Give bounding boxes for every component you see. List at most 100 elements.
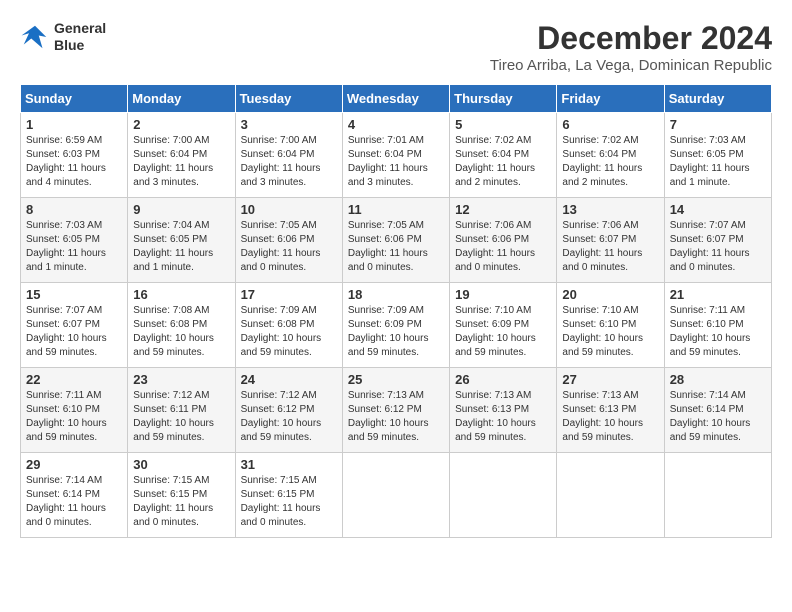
day-number: 4 [348, 117, 444, 132]
calendar-week-4: 22 Sunrise: 7:11 AMSunset: 6:10 PMDaylig… [21, 368, 772, 453]
day-info: Sunrise: 7:01 AMSunset: 6:04 PMDaylight:… [348, 135, 428, 188]
logo-line1: General [54, 20, 106, 36]
day-info: Sunrise: 7:09 AMSunset: 6:09 PMDaylight:… [348, 305, 429, 358]
day-number: 27 [562, 372, 658, 387]
day-info: Sunrise: 6:59 AMSunset: 6:03 PMDaylight:… [26, 135, 106, 188]
calendar-week-1: 1 Sunrise: 6:59 AMSunset: 6:03 PMDayligh… [21, 113, 772, 198]
day-info: Sunrise: 7:15 AMSunset: 6:15 PMDaylight:… [241, 475, 321, 528]
calendar-day-25: 25 Sunrise: 7:13 AMSunset: 6:12 PMDaylig… [342, 368, 449, 453]
day-info: Sunrise: 7:12 AMSunset: 6:11 PMDaylight:… [133, 390, 214, 443]
day-number: 20 [562, 287, 658, 302]
day-number: 25 [348, 372, 444, 387]
calendar-day-13: 13 Sunrise: 7:06 AMSunset: 6:07 PMDaylig… [557, 198, 664, 283]
day-number: 23 [133, 372, 229, 387]
day-number: 7 [670, 117, 766, 132]
calendar-day-23: 23 Sunrise: 7:12 AMSunset: 6:11 PMDaylig… [128, 368, 235, 453]
location-title: Tireo Arriba, La Vega, Dominican Republi… [490, 57, 772, 74]
day-number: 3 [241, 117, 337, 132]
calendar-week-2: 8 Sunrise: 7:03 AMSunset: 6:05 PMDayligh… [21, 198, 772, 283]
day-info: Sunrise: 7:08 AMSunset: 6:08 PMDaylight:… [133, 305, 214, 358]
weekday-header-row: SundayMondayTuesdayWednesdayThursdayFrid… [21, 85, 772, 113]
day-info: Sunrise: 7:00 AMSunset: 6:04 PMDaylight:… [133, 135, 213, 188]
day-info: Sunrise: 7:06 AMSunset: 6:06 PMDaylight:… [455, 220, 535, 273]
day-info: Sunrise: 7:14 AMSunset: 6:14 PMDaylight:… [670, 390, 751, 443]
day-number: 17 [241, 287, 337, 302]
day-number: 14 [670, 202, 766, 217]
calendar-day-10: 10 Sunrise: 7:05 AMSunset: 6:06 PMDaylig… [235, 198, 342, 283]
day-info: Sunrise: 7:03 AMSunset: 6:05 PMDaylight:… [670, 135, 750, 188]
day-info: Sunrise: 7:15 AMSunset: 6:15 PMDaylight:… [133, 475, 213, 528]
calendar-day-21: 21 Sunrise: 7:11 AMSunset: 6:10 PMDaylig… [664, 283, 771, 368]
day-number: 2 [133, 117, 229, 132]
day-number: 29 [26, 457, 122, 472]
calendar-day-31: 31 Sunrise: 7:15 AMSunset: 6:15 PMDaylig… [235, 453, 342, 538]
day-info: Sunrise: 7:11 AMSunset: 6:10 PMDaylight:… [670, 305, 751, 358]
empty-cell [664, 453, 771, 538]
day-number: 10 [241, 202, 337, 217]
logo: General Blue [20, 20, 106, 54]
day-number: 1 [26, 117, 122, 132]
calendar-day-16: 16 Sunrise: 7:08 AMSunset: 6:08 PMDaylig… [128, 283, 235, 368]
page-header: General Blue December 2024 Tireo Arriba,… [20, 20, 772, 74]
calendar-day-15: 15 Sunrise: 7:07 AMSunset: 6:07 PMDaylig… [21, 283, 128, 368]
empty-cell [342, 453, 449, 538]
weekday-header-thursday: Thursday [450, 85, 557, 113]
calendar-day-6: 6 Sunrise: 7:02 AMSunset: 6:04 PMDayligh… [557, 113, 664, 198]
day-info: Sunrise: 7:05 AMSunset: 6:06 PMDaylight:… [241, 220, 321, 273]
day-info: Sunrise: 7:06 AMSunset: 6:07 PMDaylight:… [562, 220, 642, 273]
calendar-day-1: 1 Sunrise: 6:59 AMSunset: 6:03 PMDayligh… [21, 113, 128, 198]
day-number: 11 [348, 202, 444, 217]
day-info: Sunrise: 7:00 AMSunset: 6:04 PMDaylight:… [241, 135, 321, 188]
calendar-day-3: 3 Sunrise: 7:00 AMSunset: 6:04 PMDayligh… [235, 113, 342, 198]
day-number: 28 [670, 372, 766, 387]
calendar-table: SundayMondayTuesdayWednesdayThursdayFrid… [20, 84, 772, 538]
logo-icon [20, 22, 50, 52]
calendar-day-2: 2 Sunrise: 7:00 AMSunset: 6:04 PMDayligh… [128, 113, 235, 198]
calendar-day-14: 14 Sunrise: 7:07 AMSunset: 6:07 PMDaylig… [664, 198, 771, 283]
day-info: Sunrise: 7:12 AMSunset: 6:12 PMDaylight:… [241, 390, 322, 443]
calendar-day-12: 12 Sunrise: 7:06 AMSunset: 6:06 PMDaylig… [450, 198, 557, 283]
weekday-header-sunday: Sunday [21, 85, 128, 113]
calendar-day-5: 5 Sunrise: 7:02 AMSunset: 6:04 PMDayligh… [450, 113, 557, 198]
day-info: Sunrise: 7:10 AMSunset: 6:10 PMDaylight:… [562, 305, 643, 358]
day-number: 13 [562, 202, 658, 217]
day-number: 5 [455, 117, 551, 132]
day-number: 8 [26, 202, 122, 217]
calendar-day-9: 9 Sunrise: 7:04 AMSunset: 6:05 PMDayligh… [128, 198, 235, 283]
weekday-header-tuesday: Tuesday [235, 85, 342, 113]
logo-line2: Blue [54, 37, 84, 53]
day-info: Sunrise: 7:05 AMSunset: 6:06 PMDaylight:… [348, 220, 428, 273]
day-number: 9 [133, 202, 229, 217]
title-block: December 2024 Tireo Arriba, La Vega, Dom… [490, 20, 772, 74]
empty-cell [450, 453, 557, 538]
calendar-day-18: 18 Sunrise: 7:09 AMSunset: 6:09 PMDaylig… [342, 283, 449, 368]
calendar-day-24: 24 Sunrise: 7:12 AMSunset: 6:12 PMDaylig… [235, 368, 342, 453]
day-info: Sunrise: 7:11 AMSunset: 6:10 PMDaylight:… [26, 390, 107, 443]
day-info: Sunrise: 7:07 AMSunset: 6:07 PMDaylight:… [26, 305, 107, 358]
calendar-week-5: 29 Sunrise: 7:14 AMSunset: 6:14 PMDaylig… [21, 453, 772, 538]
day-info: Sunrise: 7:09 AMSunset: 6:08 PMDaylight:… [241, 305, 322, 358]
day-number: 15 [26, 287, 122, 302]
calendar-day-7: 7 Sunrise: 7:03 AMSunset: 6:05 PMDayligh… [664, 113, 771, 198]
day-info: Sunrise: 7:02 AMSunset: 6:04 PMDaylight:… [562, 135, 642, 188]
day-number: 19 [455, 287, 551, 302]
weekday-header-saturday: Saturday [664, 85, 771, 113]
day-info: Sunrise: 7:03 AMSunset: 6:05 PMDaylight:… [26, 220, 106, 273]
calendar-day-29: 29 Sunrise: 7:14 AMSunset: 6:14 PMDaylig… [21, 453, 128, 538]
calendar-day-30: 30 Sunrise: 7:15 AMSunset: 6:15 PMDaylig… [128, 453, 235, 538]
day-number: 18 [348, 287, 444, 302]
day-number: 26 [455, 372, 551, 387]
day-info: Sunrise: 7:07 AMSunset: 6:07 PMDaylight:… [670, 220, 750, 273]
day-number: 30 [133, 457, 229, 472]
day-info: Sunrise: 7:04 AMSunset: 6:05 PMDaylight:… [133, 220, 213, 273]
calendar-day-19: 19 Sunrise: 7:10 AMSunset: 6:09 PMDaylig… [450, 283, 557, 368]
empty-cell [557, 453, 664, 538]
calendar-day-27: 27 Sunrise: 7:13 AMSunset: 6:13 PMDaylig… [557, 368, 664, 453]
weekday-header-monday: Monday [128, 85, 235, 113]
calendar-day-28: 28 Sunrise: 7:14 AMSunset: 6:14 PMDaylig… [664, 368, 771, 453]
day-info: Sunrise: 7:02 AMSunset: 6:04 PMDaylight:… [455, 135, 535, 188]
calendar-day-17: 17 Sunrise: 7:09 AMSunset: 6:08 PMDaylig… [235, 283, 342, 368]
weekday-header-wednesday: Wednesday [342, 85, 449, 113]
calendar-day-20: 20 Sunrise: 7:10 AMSunset: 6:10 PMDaylig… [557, 283, 664, 368]
day-number: 16 [133, 287, 229, 302]
